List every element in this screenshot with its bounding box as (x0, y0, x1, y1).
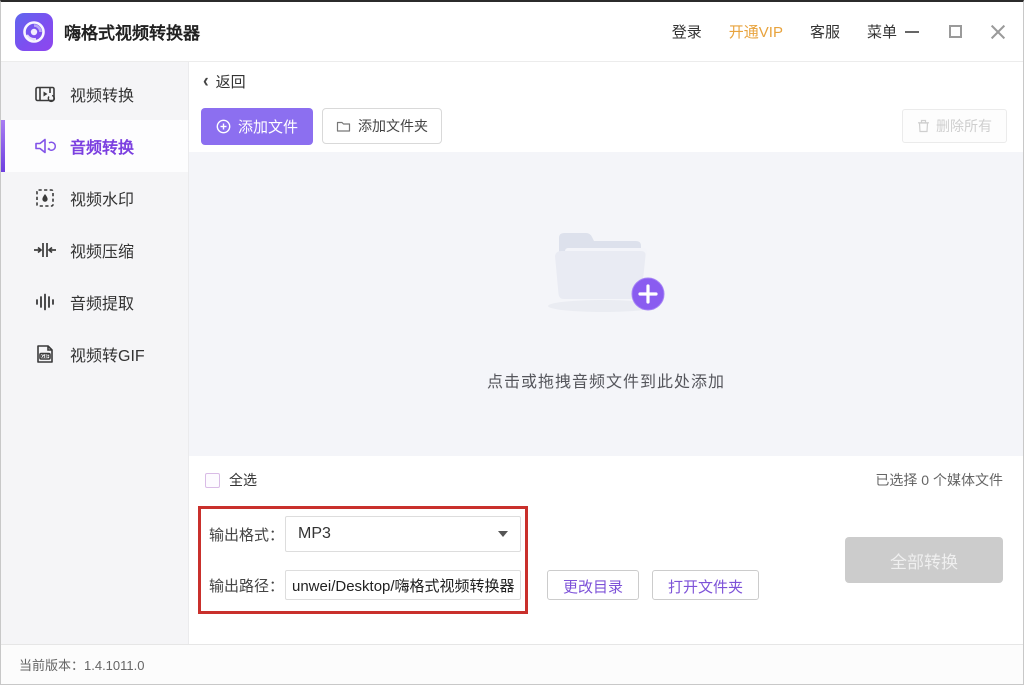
output-format-select[interactable]: MP3 (285, 516, 521, 552)
titlebar: 嗨格式视频转换器 登录 开通VIP 客服 菜单 (1, 2, 1023, 62)
window-controls (903, 23, 1007, 41)
select-all-label: 全选 (229, 472, 257, 488)
vip-link[interactable]: 开通VIP (729, 21, 783, 42)
sidebar-item-audio-convert[interactable]: 音频转换 (1, 120, 188, 172)
audio-extract-icon (33, 290, 57, 314)
output-format-row: 输出格式： MP3 (209, 516, 521, 552)
version-text: 当前版本：1.4.1011.0 (19, 658, 145, 673)
chevron-left-icon: ‹ (203, 69, 209, 92)
sidebar-item-video-convert[interactable]: 视频转换 (1, 68, 188, 120)
maximize-icon[interactable] (946, 23, 964, 41)
sidebar-item-video-to-gif[interactable]: GIF 视频转GIF (1, 328, 188, 380)
convert-all-button[interactable]: 全部转换 (845, 537, 1003, 583)
content: 视频转换 音频转换 视频水印 视频压缩 音频提取 GIF 视频转GIF ‹ 返回… (1, 62, 1023, 644)
toolbar: 添加文件 添加文件夹 删除所有 (189, 100, 1023, 152)
app-logo-icon (15, 12, 53, 51)
app-window: 嗨格式视频转换器 登录 开通VIP 客服 菜单 视频转换 音频转换 视频水印 视… (0, 0, 1024, 685)
open-folder-button[interactable]: 打开文件夹 (652, 570, 760, 600)
statusbar: 当前版本：1.4.1011.0 (1, 644, 1023, 684)
sidebar-item-video-compress[interactable]: 视频压缩 (1, 224, 188, 276)
delete-all-button[interactable]: 删除所有 (902, 109, 1007, 143)
dropzone-hint: 点击或拖拽音频文件到此处添加 (486, 374, 725, 391)
sidebar-item-audio-extract[interactable]: 音频提取 (1, 276, 188, 328)
video-convert-icon (33, 82, 57, 106)
video-watermark-icon (33, 186, 57, 210)
sidebar-item-label: 视频转GIF (70, 348, 145, 365)
video-to-gif-icon: GIF (33, 342, 57, 366)
add-folder-label: 添加文件夹 (358, 118, 429, 134)
support-link[interactable]: 客服 (810, 21, 840, 42)
svg-text:GIF: GIF (41, 354, 50, 360)
sidebar-item-video-watermark[interactable]: 视频水印 (1, 172, 188, 224)
app-title: 嗨格式视频转换器 (64, 24, 200, 43)
plus-circle-icon (216, 119, 231, 134)
close-icon[interactable] (989, 23, 1007, 41)
output-format-value: MP3 (298, 525, 331, 542)
caret-down-icon (498, 531, 508, 537)
sidebar: 视频转换 音频转换 视频水印 视频压缩 音频提取 GIF 视频转GIF (1, 62, 189, 644)
trash-icon (917, 119, 930, 133)
main-panel: ‹ 返回 添加文件 添加文件夹 删除所有 点击或拖拽音频文件到此处添加 全选 已… (189, 62, 1023, 644)
dropzone[interactable]: 点击或拖拽音频文件到此处添加 (189, 152, 1023, 456)
select-all-checkbox[interactable] (205, 472, 220, 488)
change-directory-button[interactable]: 更改目录 (547, 570, 640, 600)
output-settings: 输出格式： MP3 输出路径： 更改目录 打开文件夹 全部转换 (189, 504, 1023, 644)
back-row: ‹ 返回 (189, 62, 1023, 100)
add-file-label: 添加文件 (238, 118, 299, 136)
add-file-button[interactable]: 添加文件 (201, 107, 314, 145)
back-button[interactable]: 返回 (216, 71, 246, 92)
sidebar-item-label: 视频压缩 (70, 244, 135, 261)
output-format-label: 输出格式： (209, 526, 285, 544)
video-compress-icon (33, 238, 57, 262)
output-path-label: 输出路径： (209, 577, 285, 595)
audio-convert-icon (33, 134, 57, 158)
selection-row: 全选 已选择 0 个媒体文件 (189, 456, 1023, 504)
login-link[interactable]: 登录 (672, 21, 702, 42)
sidebar-item-label: 视频水印 (70, 192, 135, 209)
menu-link[interactable]: 菜单 (867, 21, 897, 42)
output-path-input[interactable] (285, 570, 521, 600)
delete-all-label: 删除所有 (936, 118, 992, 134)
add-folder-button[interactable]: 添加文件夹 (322, 108, 443, 144)
output-path-row: 输出路径： 更改目录 打开文件夹 (209, 570, 760, 600)
add-folder-illustration (531, 216, 681, 316)
sidebar-item-label: 音频提取 (70, 296, 135, 313)
minimize-icon[interactable] (903, 23, 921, 41)
folder-icon (336, 120, 351, 133)
sidebar-item-label: 音频转换 (70, 140, 135, 157)
sidebar-item-label: 视频转换 (70, 88, 135, 105)
selected-count: 已选择 0 个媒体文件 (875, 472, 1003, 488)
